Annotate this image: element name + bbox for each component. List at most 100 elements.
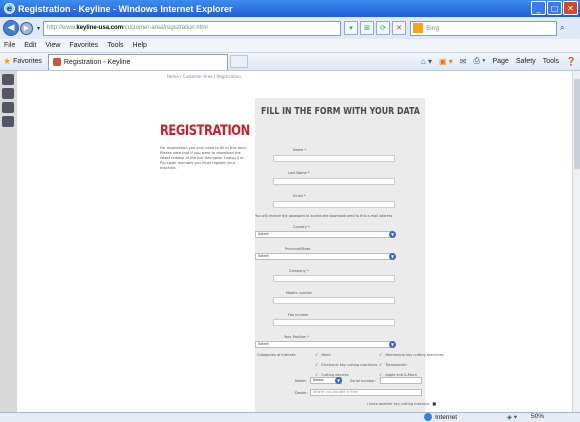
address-dropdown-icon[interactable]: ▾ (344, 21, 359, 35)
menu-favorites[interactable]: Favorites (69, 42, 98, 49)
chevron-down-icon[interactable]: ▼ (335, 377, 342, 384)
bottom-form-rows: Model: Select ▼ Serial number: Dealer: W… (255, 377, 436, 412)
breadcrumb: Home / Customer Area / Registration (167, 74, 241, 79)
site-favicon-icon (52, 58, 61, 66)
registration-form: FILL IN THE FORM WITH YOUR DATA Name * L… (255, 98, 444, 412)
bing-icon (413, 23, 424, 33)
back-button[interactable]: ◀ (3, 20, 19, 36)
position-label: Your Position * (284, 335, 310, 339)
page-title: REGISTRATION (160, 123, 250, 139)
favorites-button[interactable]: ★ Favorites (3, 56, 42, 67)
name-label: Name * (293, 148, 307, 152)
country-label: Country * (293, 225, 310, 229)
command-bar: ⌂ ▾ ▣ ▾ ✉ ⎙ ▾ Page Safety Tools ❓ (421, 56, 576, 66)
province-label: Province/State (285, 247, 311, 251)
maximize-button[interactable]: □ (547, 1, 562, 15)
privacy-note: You will receive the password to access … (255, 214, 393, 218)
email-label: Email * (293, 194, 306, 198)
search-icon[interactable]: ⌕ (560, 23, 564, 33)
menu-edit[interactable]: Edit (24, 42, 36, 49)
twitter-icon[interactable] (2, 74, 14, 85)
chevron-down-icon[interactable]: ▼ (389, 253, 396, 260)
new-tab-button[interactable] (229, 55, 248, 68)
chevron-down-icon[interactable]: ▼ (389, 231, 396, 238)
email-input[interactable] (273, 201, 395, 208)
address-toolbar: ◀ ▶ ▾ http://www. keyline-usa.com/custome… (0, 17, 580, 39)
interest-checkbox[interactable]: ✓ Mech (315, 352, 331, 357)
feeds-icon[interactable]: ▣ ▾ (439, 57, 453, 66)
forward-button[interactable]: ▶ (20, 21, 33, 35)
serial-input[interactable] (380, 377, 422, 384)
print-icon[interactable]: ⎙ ▾ (473, 56, 485, 66)
form-title: FILL IN THE FORM WITH YOUR DATA (261, 106, 420, 117)
tab-label: Registration - Keyline (63, 58, 131, 66)
interest-checkbox[interactable]: ✓ Mechanical key cutting machines (379, 352, 444, 357)
company-input[interactable] (273, 275, 395, 282)
safety-menu[interactable]: Safety (516, 58, 536, 65)
address-bar[interactable]: http://www. keyline-usa.com/customer-area… (43, 20, 342, 36)
favorites-label: Favorites (13, 58, 42, 65)
address-actions: ▾ ⊞ ⟳ ✕ (344, 21, 407, 35)
chevron-down-icon[interactable]: ▼ (389, 341, 396, 348)
last-name-input[interactable] (273, 178, 395, 185)
address-path: /customer-area/registration.html (123, 25, 208, 31)
linkedin-icon[interactable] (2, 102, 14, 113)
window-controls: _ □ ✕ (531, 1, 578, 15)
other-machine-checkbox[interactable]: I have another key cutting machine ■ (367, 401, 439, 406)
interest-checkbox[interactable]: ✓ Transponder (379, 362, 407, 367)
mail-icon[interactable]: ✉ (460, 57, 467, 66)
help-icon[interactable]: ❓ (566, 57, 576, 66)
serial-label: Serial number: (350, 379, 376, 383)
position-select[interactable]: Select (255, 341, 394, 348)
menu-help[interactable]: Help (133, 42, 147, 49)
fax-input[interactable] (273, 319, 395, 326)
mobile-input[interactable] (273, 297, 395, 304)
menu-view[interactable]: View (45, 42, 60, 49)
address-prefix: http://www. (47, 25, 77, 31)
province-select[interactable]: Select (255, 253, 394, 260)
home-icon[interactable]: ⌂ ▾ (421, 57, 432, 66)
window-title: Registration - Keyline - Windows Interne… (18, 3, 233, 14)
protected-mode-icon[interactable]: ◈ ▾ (507, 413, 517, 421)
fax-label: Fax number (288, 313, 309, 317)
facebook-icon[interactable] (2, 88, 14, 99)
name-input[interactable] (273, 155, 395, 162)
window-titlebar: e Registration - Keyline - Windows Inter… (0, 0, 580, 17)
globe-icon (424, 413, 432, 421)
status-bar: Internet ◈ ▾ 50% (0, 412, 580, 422)
tab-registration[interactable]: Registration - Keyline (47, 53, 228, 70)
search-placeholder: Bing (426, 24, 440, 32)
minimize-button[interactable]: _ (531, 1, 546, 15)
menu-tools[interactable]: Tools (107, 42, 123, 49)
youtube-icon[interactable] (2, 116, 14, 127)
security-zone: Internet (424, 413, 457, 421)
interest-label: Categories of interest: (257, 353, 297, 357)
last-name-label: Last Name * (288, 171, 310, 175)
stop-icon[interactable]: ✕ (392, 21, 407, 35)
scrollbar-thumb[interactable] (574, 79, 580, 169)
menu-file[interactable]: File (4, 42, 15, 49)
menu-bar: File Edit View Favorites Tools Help (0, 39, 580, 53)
star-icon: ★ (3, 56, 12, 66)
model-label: Model: (295, 379, 307, 383)
vertical-scrollbar[interactable] (572, 71, 580, 412)
refresh-icon[interactable]: ⟳ (376, 21, 391, 35)
interest-checkbox[interactable]: ✓ Electronic key cutting machines (315, 362, 377, 367)
search-input[interactable]: Bing (410, 20, 558, 36)
zoom-level[interactable]: 50% (531, 413, 544, 420)
page-content: Home / Customer Area / Registration REGI… (17, 71, 572, 412)
tools-menu[interactable]: Tools (543, 58, 559, 65)
company-label: Company * (289, 269, 309, 273)
mobile-label: Mobile number (286, 291, 313, 295)
compatibility-icon[interactable]: ⊞ (360, 21, 375, 35)
registration-description: For registration you only need to fill i… (160, 146, 248, 170)
dealer-label: Dealer: (295, 391, 308, 395)
address-domain: keyline-usa.com (76, 25, 124, 31)
zone-label: Internet (435, 413, 458, 421)
dealer-input[interactable]: Where you bought it from (310, 389, 422, 396)
social-sidebar (0, 71, 17, 412)
page-menu[interactable]: Page (492, 58, 508, 65)
history-dropdown-icon[interactable]: ▾ (37, 25, 40, 32)
close-window-button[interactable]: ✕ (563, 1, 578, 15)
country-select[interactable]: Select (255, 231, 394, 238)
